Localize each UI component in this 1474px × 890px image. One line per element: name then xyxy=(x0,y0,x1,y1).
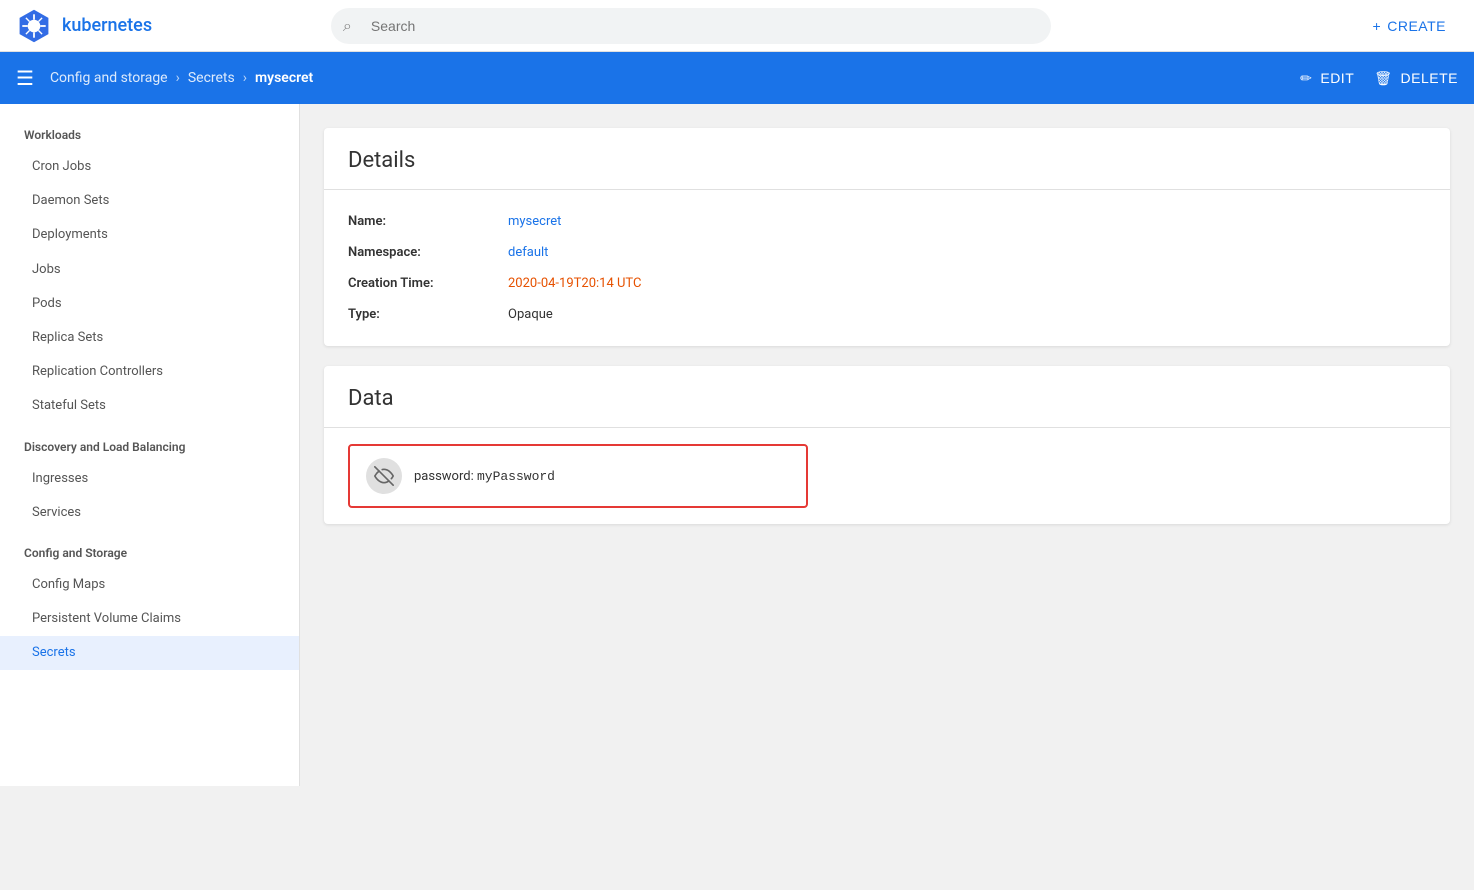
sidebar-item-secrets[interactable]: Secrets xyxy=(0,636,299,670)
detail-value-type: Opaque xyxy=(508,307,553,322)
detail-label-namespace: Namespace: xyxy=(348,245,508,260)
breadcrumb-separator-2: › xyxy=(243,70,247,86)
toggle-visibility-button[interactable] xyxy=(366,458,402,494)
data-password-key: password: xyxy=(414,469,477,484)
detail-label-type: Type: xyxy=(348,307,508,322)
create-plus-icon: + xyxy=(1373,18,1382,34)
sidebar-item-pvc[interactable]: Persistent Volume Claims xyxy=(0,602,299,636)
detail-value-creation-time[interactable]: 2020-04-19T20:14 UTC xyxy=(508,276,641,291)
data-item-password: password: myPassword xyxy=(348,444,808,508)
sidebar-item-replication-controllers[interactable]: Replication Controllers xyxy=(0,355,299,389)
sidebar-item-config-maps[interactable]: Config Maps xyxy=(0,568,299,602)
breadcrumb-bar: ☰ Config and storage › Secrets › mysecre… xyxy=(0,52,1474,104)
detail-label-creation-time: Creation Time: xyxy=(348,276,508,291)
main-content: Details Name: mysecret Namespace: defaul… xyxy=(300,104,1474,786)
detail-row-type: Type: Opaque xyxy=(348,299,1426,330)
top-navigation: kubernetes ⌕ + CREATE xyxy=(0,0,1474,52)
detail-label-name: Name: xyxy=(348,214,508,229)
details-title: Details xyxy=(324,128,1450,190)
detail-value-name[interactable]: mysecret xyxy=(508,214,561,229)
sidebar-item-pods[interactable]: Pods xyxy=(0,287,299,321)
breadcrumb-section[interactable]: Config and storage xyxy=(50,70,168,86)
sidebar-section-workloads: Workloads xyxy=(0,116,299,150)
search-bar: ⌕ xyxy=(331,8,1051,44)
details-card: Details Name: mysecret Namespace: defaul… xyxy=(324,128,1450,346)
data-title: Data xyxy=(324,366,1450,428)
breadcrumb: Config and storage › Secrets › mysecret xyxy=(50,70,1300,86)
breadcrumb-parent[interactable]: Secrets xyxy=(188,70,235,86)
sidebar: Workloads Cron Jobs Daemon Sets Deployme… xyxy=(0,104,300,786)
detail-value-namespace[interactable]: default xyxy=(508,245,548,260)
app-title: kubernetes xyxy=(62,15,152,36)
sidebar-item-stateful-sets[interactable]: Stateful Sets xyxy=(0,389,299,423)
menu-icon[interactable]: ☰ xyxy=(16,66,34,90)
kubernetes-logo-icon xyxy=(16,8,52,44)
breadcrumb-actions: ✏ EDIT 🗑 DELETE xyxy=(1300,70,1458,87)
detail-row-name: Name: mysecret xyxy=(348,206,1426,237)
detail-row-creation-time: Creation Time: 2020-04-19T20:14 UTC xyxy=(348,268,1426,299)
eye-off-icon xyxy=(374,466,394,486)
data-card: Data password: myPassword xyxy=(324,366,1450,524)
search-icon: ⌕ xyxy=(343,16,352,36)
sidebar-item-jobs[interactable]: Jobs xyxy=(0,253,299,287)
sidebar-item-ingresses[interactable]: Ingresses xyxy=(0,462,299,496)
sidebar-item-replica-sets[interactable]: Replica Sets xyxy=(0,321,299,355)
create-button[interactable]: + CREATE xyxy=(1361,10,1458,42)
details-grid: Name: mysecret Namespace: default Creati… xyxy=(324,190,1450,346)
data-password-content: password: myPassword xyxy=(414,469,555,484)
sidebar-section-config: Config and Storage xyxy=(0,534,299,568)
sidebar-item-deployments[interactable]: Deployments xyxy=(0,218,299,252)
detail-row-namespace: Namespace: default xyxy=(348,237,1426,268)
edit-icon: ✏ xyxy=(1300,70,1312,87)
logo-area: kubernetes xyxy=(16,8,152,44)
sidebar-section-discovery: Discovery and Load Balancing xyxy=(0,428,299,462)
main-layout: Workloads Cron Jobs Daemon Sets Deployme… xyxy=(0,104,1474,786)
delete-button[interactable]: 🗑 DELETE xyxy=(1374,70,1458,87)
search-input[interactable] xyxy=(331,8,1051,44)
delete-icon: 🗑 xyxy=(1374,70,1392,87)
sidebar-item-services[interactable]: Services xyxy=(0,496,299,530)
sidebar-item-daemon-sets[interactable]: Daemon Sets xyxy=(0,184,299,218)
data-password-value: myPassword xyxy=(477,469,555,484)
edit-button[interactable]: ✏ EDIT xyxy=(1300,70,1354,87)
sidebar-item-cron-jobs[interactable]: Cron Jobs xyxy=(0,150,299,184)
breadcrumb-separator-1: › xyxy=(176,70,180,86)
breadcrumb-current: mysecret xyxy=(255,70,313,86)
